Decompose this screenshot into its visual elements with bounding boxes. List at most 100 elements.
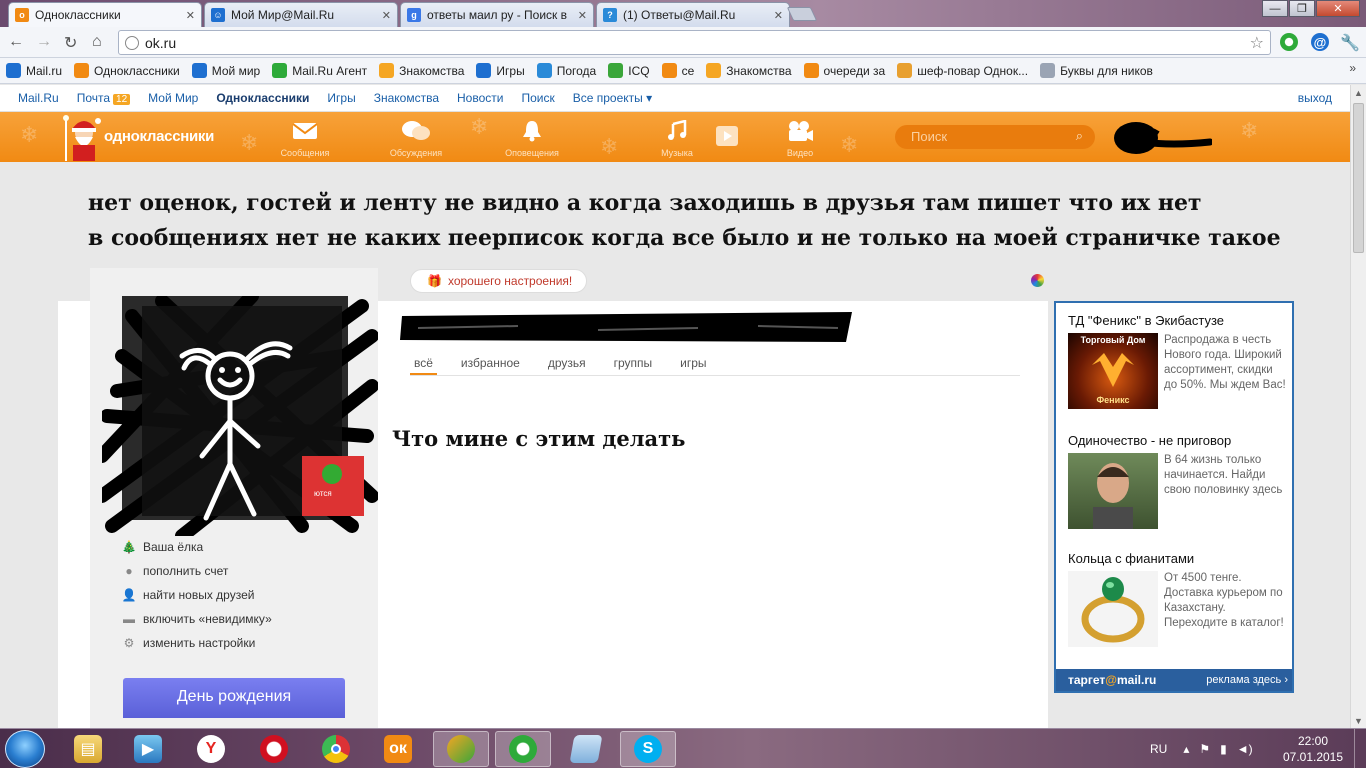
- wrench-icon[interactable]: 🔧: [1340, 33, 1360, 53]
- bookmark-item[interactable]: Mail.ru: [6, 63, 62, 78]
- taskbar-amigo[interactable]: [433, 731, 489, 767]
- logout-link[interactable]: выход: [1298, 91, 1332, 105]
- page-scrollbar[interactable]: ▲ ▼: [1350, 85, 1366, 728]
- back-arrow-icon[interactable]: ←: [8, 33, 24, 51]
- bookmark-item[interactable]: Знакомства: [706, 63, 792, 78]
- menu-find-friends[interactable]: 👤 найти новых друзей: [122, 583, 272, 607]
- birthday-banner[interactable]: День рождения: [123, 678, 345, 718]
- notifications-button[interactable]: Оповещения: [492, 120, 572, 158]
- ok-search-input[interactable]: Поиск ⌕: [895, 125, 1095, 149]
- portal-link-games[interactable]: Игры: [327, 91, 355, 105]
- agent-extension-icon[interactable]: [1280, 33, 1298, 51]
- menu-invisible-mode[interactable]: ▬ включить «невидимку»: [122, 607, 272, 631]
- page-info-icon[interactable]: [125, 35, 139, 50]
- portal-link-dating[interactable]: Знакомства: [374, 91, 439, 105]
- minimize-button[interactable]: —: [1262, 0, 1288, 17]
- bookmark-item[interactable]: Одноклассники: [74, 63, 180, 78]
- flag-icon[interactable]: ⚑: [1199, 742, 1210, 756]
- color-theme-icon[interactable]: [1031, 274, 1044, 287]
- ad-rings[interactable]: Кольца с фианитами От 4500 тенге. Достав…: [1068, 551, 1286, 647]
- tab-friends[interactable]: друзья: [544, 352, 590, 375]
- taskbar-chrome[interactable]: [308, 731, 364, 767]
- battery-icon[interactable]: ▮: [1220, 742, 1227, 756]
- ok-logo-text[interactable]: одноклассники: [104, 128, 214, 145]
- taskbar-explorer[interactable]: ▤: [60, 731, 116, 767]
- menu-top-up-balance[interactable]: ● пополнить счет: [122, 559, 272, 583]
- portal-link-news[interactable]: Новости: [457, 91, 503, 105]
- taskbar-odnoklassniki[interactable]: ок: [370, 731, 426, 767]
- address-bar[interactable]: ok.ru ☆: [118, 30, 1271, 55]
- bookmark-item[interactable]: Мой мир: [191, 63, 260, 78]
- play-video-icon[interactable]: [716, 126, 738, 146]
- ad-fenix[interactable]: ТД "Феникс" в Экибастузе Торговый Дом Фе…: [1068, 313, 1286, 409]
- portal-link-all-projects[interactable]: Все проекты ▾: [573, 91, 652, 105]
- messages-button[interactable]: Сообщения: [265, 120, 345, 158]
- language-indicator[interactable]: RU: [1150, 742, 1167, 756]
- tab-mymir[interactable]: ☺ Мой Мир@Mail.Ru ✕: [204, 2, 398, 27]
- discussions-label: Обсуждения: [389, 148, 443, 158]
- maximize-button[interactable]: ❐: [1289, 0, 1315, 17]
- bookmark-item[interactable]: се: [661, 63, 694, 78]
- portal-link-search[interactable]: Поиск: [521, 91, 554, 105]
- tab-games[interactable]: игры: [676, 352, 710, 375]
- home-icon[interactable]: ⌂: [92, 33, 102, 51]
- tab-groups[interactable]: группы: [610, 352, 657, 375]
- man-face-icon: [1093, 463, 1133, 529]
- bookmark-item[interactable]: ICQ: [608, 63, 650, 78]
- target-mailru-logo[interactable]: таргет@mail.ru: [1068, 673, 1156, 687]
- video-button[interactable]: Видео: [760, 120, 840, 158]
- tab-favorites[interactable]: избранное: [457, 352, 524, 375]
- taskbar-opera[interactable]: [246, 731, 302, 767]
- tab-google-search[interactable]: g ответы маил ру - Поиск в ✕: [400, 2, 594, 27]
- bell-icon: [523, 121, 541, 142]
- close-icon[interactable]: ✕: [382, 9, 391, 22]
- portal-link-mymir[interactable]: Мой Мир: [148, 91, 198, 105]
- bookmark-item[interactable]: Знакомства: [379, 63, 464, 78]
- taskbar-yandex[interactable]: Y: [183, 731, 239, 767]
- user-menu-scribble[interactable]: [1112, 120, 1212, 156]
- clock[interactable]: 22:00 07.01.2015: [1280, 733, 1346, 765]
- tab-odnoklassniki[interactable]: о Одноклассники ✕: [8, 2, 202, 27]
- close-icon[interactable]: ✕: [578, 9, 587, 22]
- show-desktop-button[interactable]: [1354, 729, 1366, 768]
- profile-avatar[interactable]: ются: [102, 296, 378, 536]
- ad-loneliness[interactable]: Одиночество - не приговор В 64 жизнь тол…: [1068, 433, 1286, 529]
- bookmark-item[interactable]: очереди за: [803, 63, 885, 78]
- taskbar-notepad[interactable]: [558, 731, 614, 767]
- bookmark-item[interactable]: Игры: [476, 63, 525, 78]
- gift-status-pill[interactable]: 🎁 хорошего настроения!: [410, 269, 588, 293]
- taskbar-mailru-agent[interactable]: [495, 731, 551, 767]
- new-tab-button[interactable]: [786, 7, 818, 21]
- start-button[interactable]: [5, 730, 45, 768]
- tab-all[interactable]: всё: [410, 352, 437, 375]
- portal-link-mailru[interactable]: Mail.Ru: [18, 91, 59, 105]
- search-icon[interactable]: ⌕: [1076, 128, 1083, 144]
- close-window-button[interactable]: ✕: [1316, 0, 1360, 17]
- taskbar-media-player[interactable]: ▶: [120, 731, 176, 767]
- discussions-button[interactable]: Обсуждения: [376, 120, 456, 158]
- bookmark-item[interactable]: Mail.Ru Агент: [272, 63, 367, 78]
- taskbar-skype[interactable]: S: [620, 731, 676, 767]
- close-icon[interactable]: ✕: [186, 9, 195, 22]
- bookmarks-overflow-icon[interactable]: »: [1349, 61, 1356, 75]
- scroll-thumb[interactable]: [1353, 103, 1364, 253]
- tab-answers[interactable]: ? (1) Ответы@Mail.Ru ✕: [596, 2, 790, 27]
- bookmark-item[interactable]: шеф-повар Однок...: [897, 63, 1028, 78]
- music-button[interactable]: Музыка: [637, 120, 717, 158]
- reload-icon[interactable]: ↻: [64, 33, 77, 53]
- mailru-at-icon[interactable]: @: [1311, 33, 1329, 51]
- bookmark-item[interactable]: Буквы для ников: [1040, 63, 1153, 78]
- bookmark-star-icon[interactable]: ☆: [1250, 33, 1264, 53]
- close-icon[interactable]: ✕: [774, 9, 783, 22]
- scroll-up-arrow-icon[interactable]: ▲: [1354, 88, 1363, 98]
- advertise-here-link[interactable]: реклама здесь ›: [1206, 674, 1288, 686]
- bookmark-item[interactable]: Погода: [536, 63, 596, 78]
- forward-arrow-icon[interactable]: →: [36, 33, 52, 51]
- menu-settings[interactable]: ⚙ изменить настройки: [122, 631, 272, 655]
- portal-link-mail[interactable]: Почта 12: [77, 91, 131, 105]
- volume-icon[interactable]: ◄): [1237, 742, 1253, 756]
- tray-expand-icon[interactable]: ▴: [1183, 742, 1189, 756]
- menu-your-tree[interactable]: 🎄 Ваша ёлка: [122, 535, 272, 559]
- portal-link-odnoklassniki[interactable]: Одноклассники: [216, 91, 309, 105]
- scroll-down-arrow-icon[interactable]: ▼: [1354, 716, 1363, 726]
